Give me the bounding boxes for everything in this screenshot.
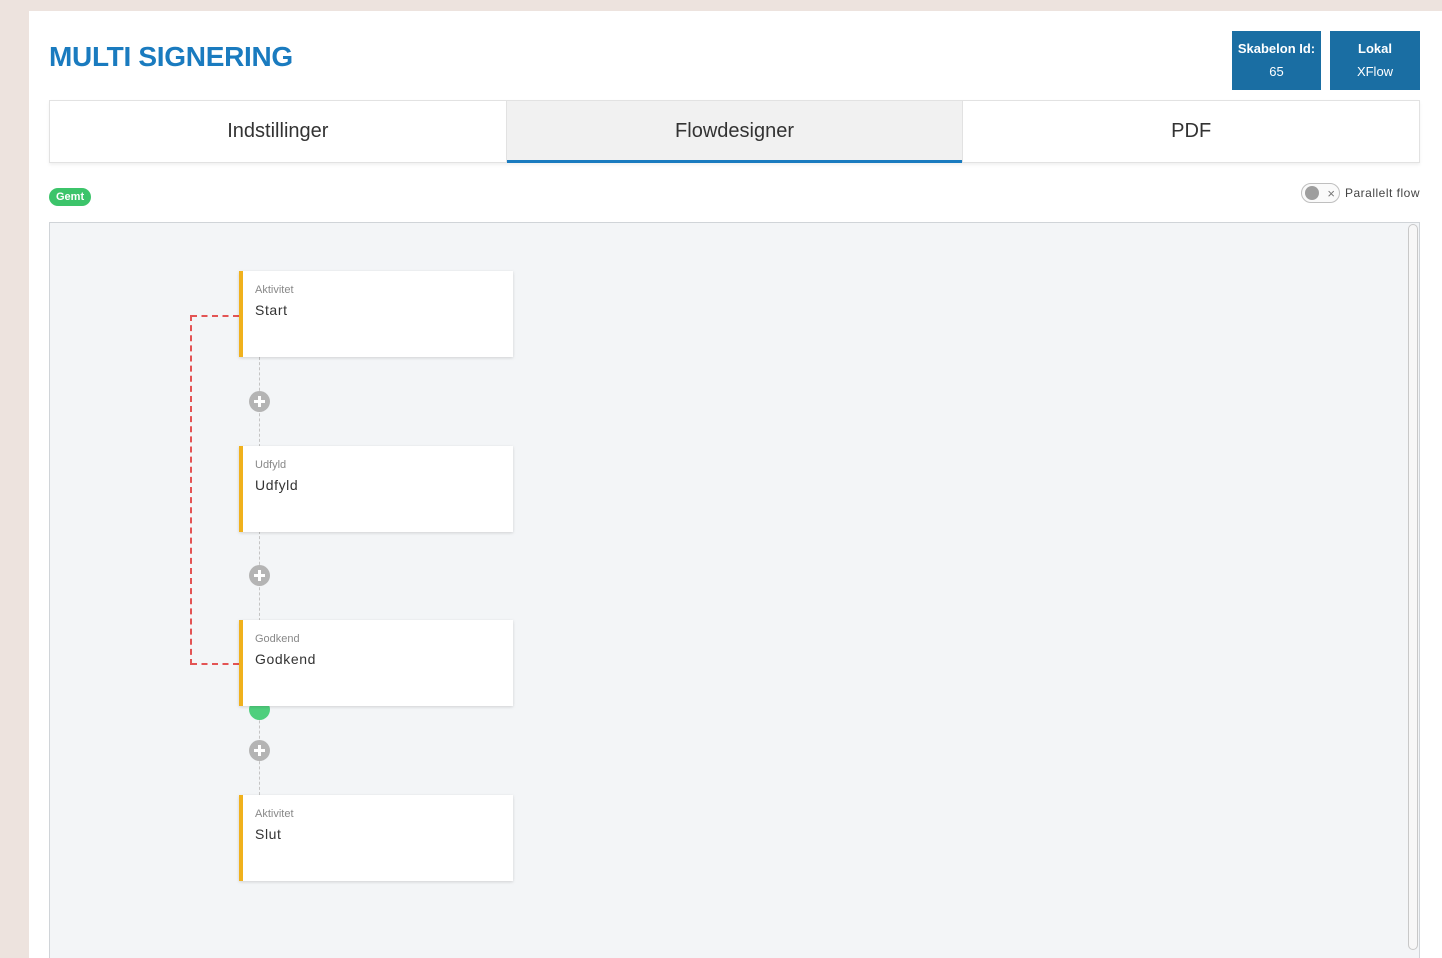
source-label: Lokal: [1358, 41, 1392, 56]
node-type: Aktivitet: [255, 284, 294, 296]
canvas-scrollbar[interactable]: [1408, 224, 1418, 950]
main-card: MULTI SIGNERING Skabelon Id: 65 Lokal XF…: [29, 11, 1442, 958]
flow-node-slut[interactable]: Aktivitet Slut: [239, 795, 513, 881]
add-step-icon[interactable]: [249, 740, 270, 761]
toggle-knob: [1304, 186, 1319, 200]
parallel-flow-control: × Parallelt flow: [1300, 183, 1420, 203]
page-title: MULTI SIGNERING: [49, 41, 293, 72]
node-type: Udfyld: [255, 459, 287, 471]
tab-pdf[interactable]: PDF: [963, 101, 1419, 162]
flow-node-udfyld[interactable]: Udfyld Udfyld: [239, 446, 513, 532]
node-name: Udfyld: [255, 477, 299, 493]
parallel-flow-toggle[interactable]: ×: [1300, 183, 1340, 203]
loop-connector-vertical: [190, 315, 192, 665]
loop-connector-bottom: [191, 663, 239, 665]
parallel-flow-label: Parallelt flow: [1344, 186, 1420, 200]
node-name: Godkend: [255, 651, 317, 667]
tab-flowdesigner[interactable]: Flowdesigner: [506, 101, 964, 163]
tab-indstillinger[interactable]: Indstillinger: [50, 101, 507, 162]
loop-connector-top: [191, 315, 239, 317]
flow-canvas[interactable]: Aktivitet Start Udfyld Udfyld Godkend Go…: [49, 222, 1420, 958]
source-value: XFlow: [1356, 64, 1394, 79]
close-icon: ×: [1327, 186, 1335, 201]
flow-node-start[interactable]: Aktivitet Start: [239, 271, 513, 357]
template-id-value: 65: [1269, 64, 1284, 79]
node-type: Godkend: [255, 633, 300, 645]
saved-status-badge: Gemt: [49, 188, 92, 206]
tab-bar: Indstillinger Flowdesigner PDF: [49, 100, 1420, 163]
add-step-icon[interactable]: [249, 391, 270, 412]
flow-node-godkend[interactable]: Godkend Godkend: [239, 620, 513, 706]
source-box: Lokal XFlow: [1330, 31, 1420, 90]
node-type: Aktivitet: [255, 808, 294, 820]
node-name: Start: [255, 302, 288, 318]
template-id-label: Skabelon Id:: [1237, 41, 1316, 56]
template-id-box: Skabelon Id: 65: [1232, 31, 1321, 90]
node-name: Slut: [255, 826, 282, 842]
add-step-icon[interactable]: [249, 565, 270, 586]
